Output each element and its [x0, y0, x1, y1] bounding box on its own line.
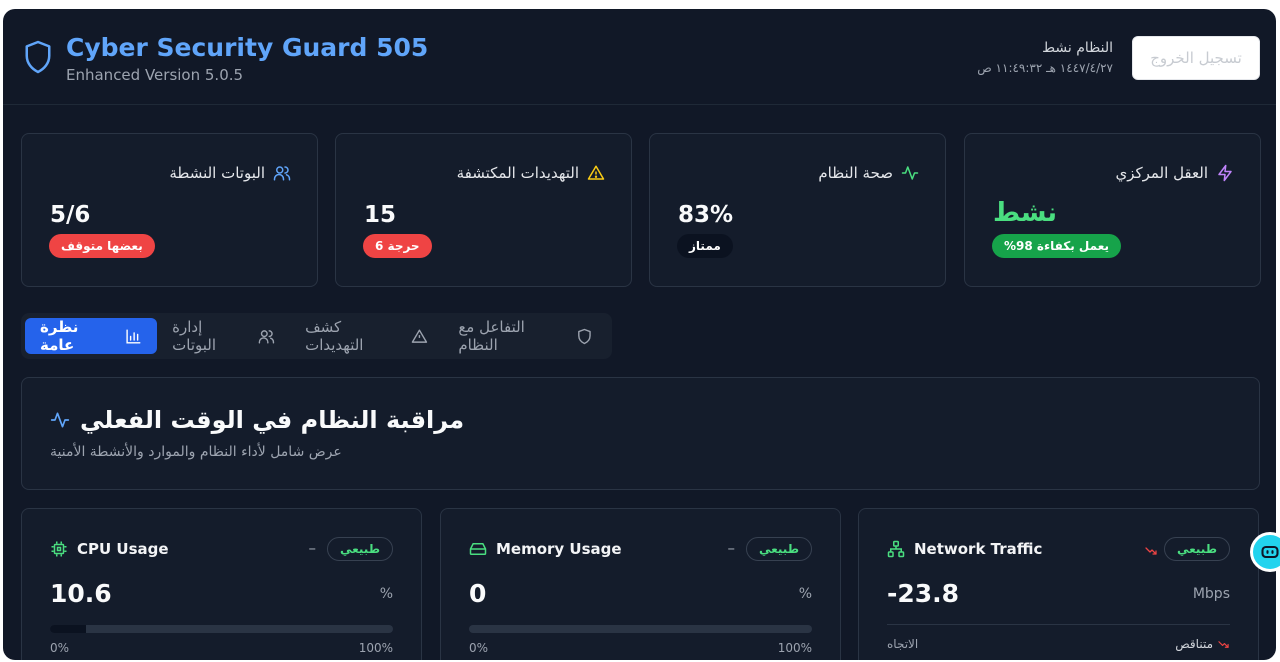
progress-max-label: 100%	[777, 641, 812, 655]
activity-icon	[50, 412, 70, 428]
card-central-brain: العقل المركزي نشط %يعمل بكفاءة 98	[964, 133, 1261, 287]
app-window: Cyber Security Guard 505 Enhanced Versio…	[3, 9, 1276, 660]
card-title: صحة النظام	[818, 164, 893, 182]
metric-memory: Memory Usage – طبيعي 0 % 0% 100%	[440, 508, 841, 660]
bar-chart-icon	[126, 328, 141, 344]
logout-button[interactable]: تسجيل الخروج	[1132, 36, 1260, 80]
trending-down-icon	[1218, 640, 1229, 648]
card-value: 5/6	[50, 202, 91, 228]
trending-down-icon	[1145, 547, 1157, 555]
brand: Cyber Security Guard 505 Enhanced Versio…	[23, 33, 428, 84]
progress-bar	[50, 625, 393, 633]
card-value: نشط	[993, 198, 1058, 228]
status-badge: طبيعي	[326, 537, 393, 561]
tab-system-interaction[interactable]: التفاعل مع النظام	[443, 318, 608, 354]
cpu-icon	[51, 541, 67, 557]
direction-label: الاتجاه	[887, 637, 919, 651]
alert-triangle-icon	[587, 165, 605, 180]
tab-label: التفاعل مع النظام	[458, 318, 525, 354]
realtime-monitor-panel: مراقبة النظام في الوقت الفعلي عرض شامل ل…	[21, 377, 1260, 490]
metric-value: -23.8	[887, 579, 960, 608]
monitor-subtitle: عرض شامل لأداء النظام والموارد والأنشطة …	[50, 444, 342, 460]
metric-title: CPU Usage	[77, 540, 169, 558]
card-title: التهديدات المكتشفة	[456, 164, 579, 182]
tab-label: كشف التهديدات	[305, 318, 364, 354]
users-icon	[273, 166, 291, 181]
system-info: النظام نشط ١٤٤٧/٤/٢٧ هـ ١١:٤٩:٣٢ ص	[977, 40, 1113, 75]
users-icon	[258, 329, 275, 344]
system-status: النظام نشط	[1042, 40, 1113, 56]
tab-bot-management[interactable]: إدارة البوتات	[157, 318, 290, 354]
zap-icon	[1218, 164, 1232, 182]
metric-value: 10.6	[50, 579, 112, 608]
status-badge: طبيعي	[1163, 537, 1230, 561]
status-badge: بعضها متوقف	[49, 234, 155, 258]
metric-title: Memory Usage	[496, 540, 622, 558]
tab-threat-detection[interactable]: كشف التهديدات	[290, 318, 443, 354]
card-title: البوتات النشطة	[169, 164, 265, 182]
shield-icon	[25, 40, 51, 74]
alert-triangle-icon	[412, 328, 428, 343]
status-badge: طبيعي	[745, 537, 812, 561]
card-title: العقل المركزي	[1115, 164, 1208, 182]
card-system-health: صحة النظام 83% ممتاز	[649, 133, 946, 287]
progress-min-label: 0%	[469, 641, 489, 655]
bot-icon	[1261, 545, 1279, 559]
tab-label: إدارة البوتات	[172, 318, 217, 354]
progress-bar	[469, 625, 812, 633]
direction-text: متناقص	[1175, 637, 1213, 651]
metric-value: 0	[469, 579, 487, 608]
network-icon	[887, 540, 905, 558]
hard-drive-icon	[469, 543, 487, 555]
metric-unit: %	[798, 586, 812, 602]
system-datetime: ١٤٤٧/٤/٢٧ هـ ١١:٤٩:٣٢ ص	[977, 61, 1113, 75]
card-detected-threats: التهديدات المكتشفة 15 حرجة 6	[335, 133, 632, 287]
direction-value: متناقص	[1175, 637, 1230, 651]
metric-network: Network Traffic طبيعي -23.8 Mbps الاتجاه…	[858, 508, 1259, 660]
monitor-title: مراقبة النظام في الوقت الفعلي	[80, 406, 465, 434]
progress-max-label: 100%	[358, 641, 393, 655]
metric-unit: %	[379, 586, 393, 602]
shield-icon	[578, 328, 591, 344]
metric-unit: Mbps	[1192, 586, 1230, 602]
trend-indicator: –	[727, 539, 736, 557]
app-version: Enhanced Version 5.0.5	[66, 66, 244, 84]
progress-fill	[50, 625, 87, 633]
status-badge: ممتاز	[677, 234, 733, 258]
card-active-bots: البوتات النشطة 5/6 بعضها متوقف	[21, 133, 318, 287]
card-value: 15	[364, 202, 397, 228]
metric-cpu: CPU Usage – طبيعي 10.6 % 0% 100%	[21, 508, 422, 660]
progress-min-label: 0%	[50, 641, 70, 655]
tab-overview[interactable]: نظرة عامة	[25, 318, 158, 354]
card-value: 83%	[678, 202, 734, 228]
metric-title: Network Traffic	[914, 540, 1043, 558]
activity-icon	[901, 166, 919, 180]
main-tabs: نظرة عامة إدارة البوتات كشف التهديدات ال…	[21, 313, 612, 359]
tab-label: نظرة عامة	[40, 318, 79, 354]
trend-indicator: –	[308, 539, 317, 557]
status-badge: %يعمل بكفاءة 98	[992, 234, 1121, 258]
status-badge: حرجة 6	[363, 234, 432, 258]
app-header: Cyber Security Guard 505 Enhanced Versio…	[3, 9, 1276, 105]
divider	[887, 624, 1230, 625]
app-title: Cyber Security Guard 505	[66, 33, 429, 62]
